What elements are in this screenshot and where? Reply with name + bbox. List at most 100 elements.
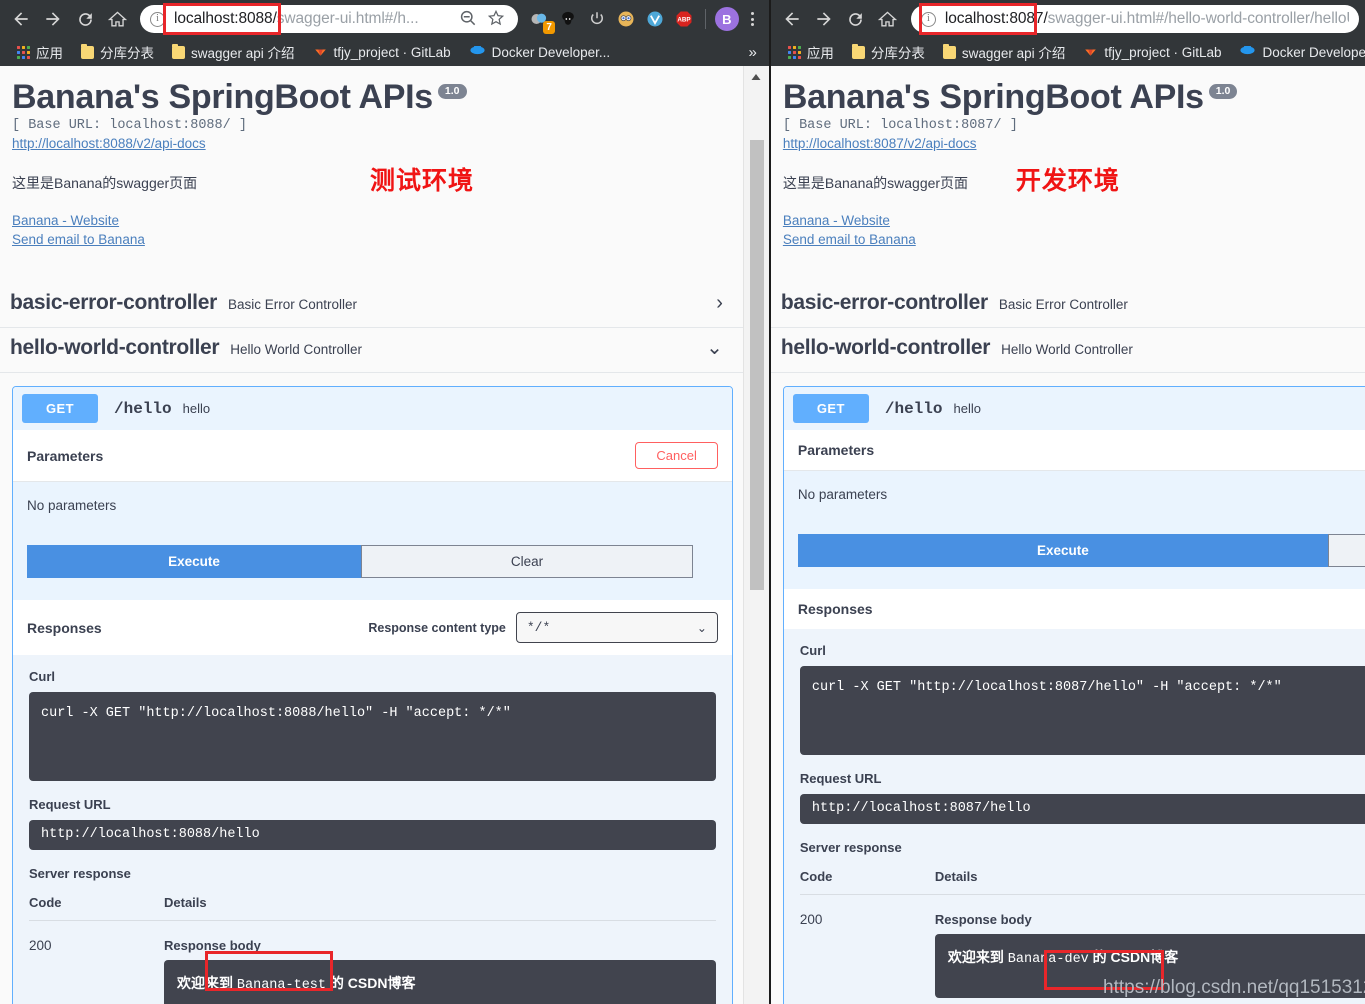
bookmark-swagger-api[interactable]: swagger api 介绍 (163, 41, 304, 63)
star-icon[interactable] (486, 8, 508, 30)
bookmarks-overflow-icon[interactable]: » (749, 44, 761, 61)
response-body-name: Banana-dev (1007, 952, 1089, 967)
address-bar-left[interactable]: i localhost:8088/swagger-ui.html#/h... (140, 5, 518, 33)
avatar-initial: B (714, 7, 739, 31)
api-docs-link[interactable]: http://localhost:8087/v2/api-docs (783, 136, 1345, 151)
zoom-out-icon[interactable] (458, 8, 480, 30)
home-button[interactable] (102, 4, 132, 34)
clear-button[interactable]: Clear (1327, 534, 1365, 567)
table-row: 200 Response body 欢迎来到 Banana-test 的 CSD… (29, 921, 716, 1004)
operation-header[interactable]: GET /hello hello (13, 387, 732, 430)
back-button[interactable] (777, 4, 807, 34)
bookmark-label: swagger api 介绍 (191, 46, 295, 61)
swagger-ui-right: Banana's SpringBoot APIs 1.0 [ Base URL: … (770, 66, 1365, 1004)
chevron-down-icon[interactable]: ⌄ (706, 338, 723, 358)
page-title: Banana's SpringBoot APIs (782, 78, 1204, 116)
base-url-text: [ Base URL: localhost:8087/ ] (782, 118, 1018, 133)
bookmark-swagger-api[interactable]: swagger api 介绍 (934, 41, 1075, 63)
response-content-type-select[interactable]: */* ⌄ (515, 612, 718, 643)
bookmark-gitlab[interactable]: tfjy_project · GitLab (1074, 41, 1230, 63)
tag-sections-left: basic-error-controller Basic Error Contr… (0, 283, 743, 373)
csdn-watermark: https://blog.csdn.net/qq1515312832 (1103, 977, 1365, 998)
bookmark-docker[interactable]: Docker Developer... (460, 41, 620, 63)
bookmark-label: tfjy_project · GitLab (1104, 44, 1222, 60)
response-table: Code Details 200 Response body 欢迎来到 Bana… (29, 895, 716, 1004)
reload-button[interactable] (841, 4, 871, 34)
api-docs-link[interactable]: http://localhost:8088/v2/api-docs (12, 136, 723, 151)
address-bar-right[interactable]: i localhost:8087/swagger-ui.html#/hello-… (910, 5, 1359, 33)
contact-links: Banana - Website Send email to Banana (12, 211, 723, 249)
operation-body: Parameters No parameters Execute Clear R… (783, 430, 1365, 1004)
response-body-prefix: 欢迎来到 (177, 975, 237, 991)
bookmark-fenkufenbiao[interactable]: 分库分表 (843, 41, 934, 63)
bookmark-label: tfjy_project · GitLab (333, 44, 451, 60)
api-info-block-left: Banana's SpringBoot APIs 1.0 [ Base URL: … (0, 66, 743, 249)
home-button[interactable] (873, 4, 903, 34)
email-link[interactable]: Send email to Banana (783, 230, 1345, 249)
back-button[interactable] (6, 4, 36, 34)
execute-button[interactable]: Execute (797, 534, 1328, 567)
execute-button[interactable]: Execute (27, 545, 361, 578)
curl-label: Curl (29, 669, 55, 684)
operation-path: /hello (114, 399, 172, 418)
scroll-up-arrow-icon[interactable] (744, 66, 769, 88)
clear-button[interactable]: Clear (361, 545, 693, 578)
column-header-code: Code (799, 869, 833, 884)
tag-basic-error-controller[interactable]: basic-error-controller Basic Error Contr… (770, 283, 1365, 328)
bookmark-gitlab[interactable]: tfjy_project · GitLab (304, 41, 460, 63)
tag-description: Hello World Controller (1001, 342, 1133, 357)
tag-basic-error-controller[interactable]: basic-error-controller Basic Error Contr… (0, 283, 743, 328)
forward-button[interactable] (38, 4, 68, 34)
tag-name: basic-error-controller (10, 291, 217, 314)
bookmark-apps[interactable]: 应用 (779, 41, 843, 63)
responses-header: Responses Response content type */* ⌄ (13, 600, 732, 655)
scrollbar-thumb[interactable] (749, 140, 764, 590)
chevron-down-icon: ⌄ (696, 620, 707, 635)
circles-extension-icon[interactable]: 7 (526, 6, 555, 34)
bookmarks-bar-right: 应用 分库分表 swagger api 介绍 tfjy_project · Gi… (770, 38, 1365, 66)
adblock-plus-extension-icon[interactable]: ABP (671, 6, 697, 32)
tag-hello-world-controller[interactable]: hello-world-controller Hello World Contr… (0, 328, 743, 373)
response-body-text: 欢迎来到 Banana-dev 的 CSDN博客 (948, 949, 1178, 967)
tag-hello-world-controller[interactable]: hello-world-controller Hello World Contr… (770, 328, 1365, 373)
url-host-left: localhost:8088/ (174, 10, 277, 27)
parameters-header: Parameters (783, 430, 1365, 471)
power-extension-icon[interactable] (584, 6, 610, 32)
page-title: Banana's SpringBoot APIs (12, 78, 433, 116)
website-link[interactable]: Banana - Website (12, 211, 723, 230)
bookmark-apps[interactable]: 应用 (8, 41, 72, 63)
bookmark-label: swagger api 介绍 (961, 46, 1066, 61)
forward-button[interactable] (809, 4, 839, 34)
dual-browser-comparison: i localhost:8088/swagger-ui.html#/h... 7 (0, 0, 1365, 1004)
bookmark-label: 应用 (36, 46, 63, 61)
browser-toolbar-right: i localhost:8087/swagger-ui.html#/hello-… (770, 0, 1365, 38)
vertical-scrollbar-left[interactable] (742, 66, 769, 1004)
http-method-badge: GET (22, 394, 98, 423)
browser-toolbar-left: i localhost:8088/swagger-ui.html#/h... 7 (0, 0, 769, 38)
cancel-button[interactable]: Cancel (635, 442, 718, 469)
email-link[interactable]: Send email to Banana (12, 230, 723, 249)
execute-row: Execute Clear (27, 545, 718, 578)
kebab-menu-icon[interactable] (743, 10, 763, 29)
tag-description: Basic Error Controller (998, 297, 1128, 312)
parameters-area: No parameters Execute Clear (13, 482, 732, 600)
bookmark-docker[interactable]: Docker Developer... (1230, 41, 1365, 63)
request-url-value: http://localhost:8087/hello (799, 794, 1365, 824)
column-header-details: Details (934, 869, 978, 884)
base-url-text: [ Base URL: localhost:8088/ ] (12, 118, 247, 133)
toolbar-divider (704, 9, 706, 29)
minion-extension-icon[interactable] (613, 6, 639, 32)
operation-summary: hello (182, 401, 211, 416)
parameters-title: Parameters (797, 442, 875, 458)
website-link[interactable]: Banana - Website (783, 211, 1345, 230)
chevron-right-icon[interactable]: › (716, 293, 723, 313)
reload-button[interactable] (70, 4, 100, 34)
server-response-label: Server response (799, 840, 902, 855)
vimium-extension-icon[interactable] (642, 6, 668, 32)
afro-avatar-extension-icon[interactable] (555, 6, 581, 32)
bookmark-fenkufenbiao[interactable]: 分库分表 (72, 41, 163, 63)
operation-header[interactable]: GET /hello hello (783, 387, 1365, 430)
bookmark-label: Docker Developer... (1262, 44, 1365, 60)
profile-avatar[interactable]: B (714, 6, 740, 32)
version-badge: 1.0 (1208, 84, 1238, 99)
